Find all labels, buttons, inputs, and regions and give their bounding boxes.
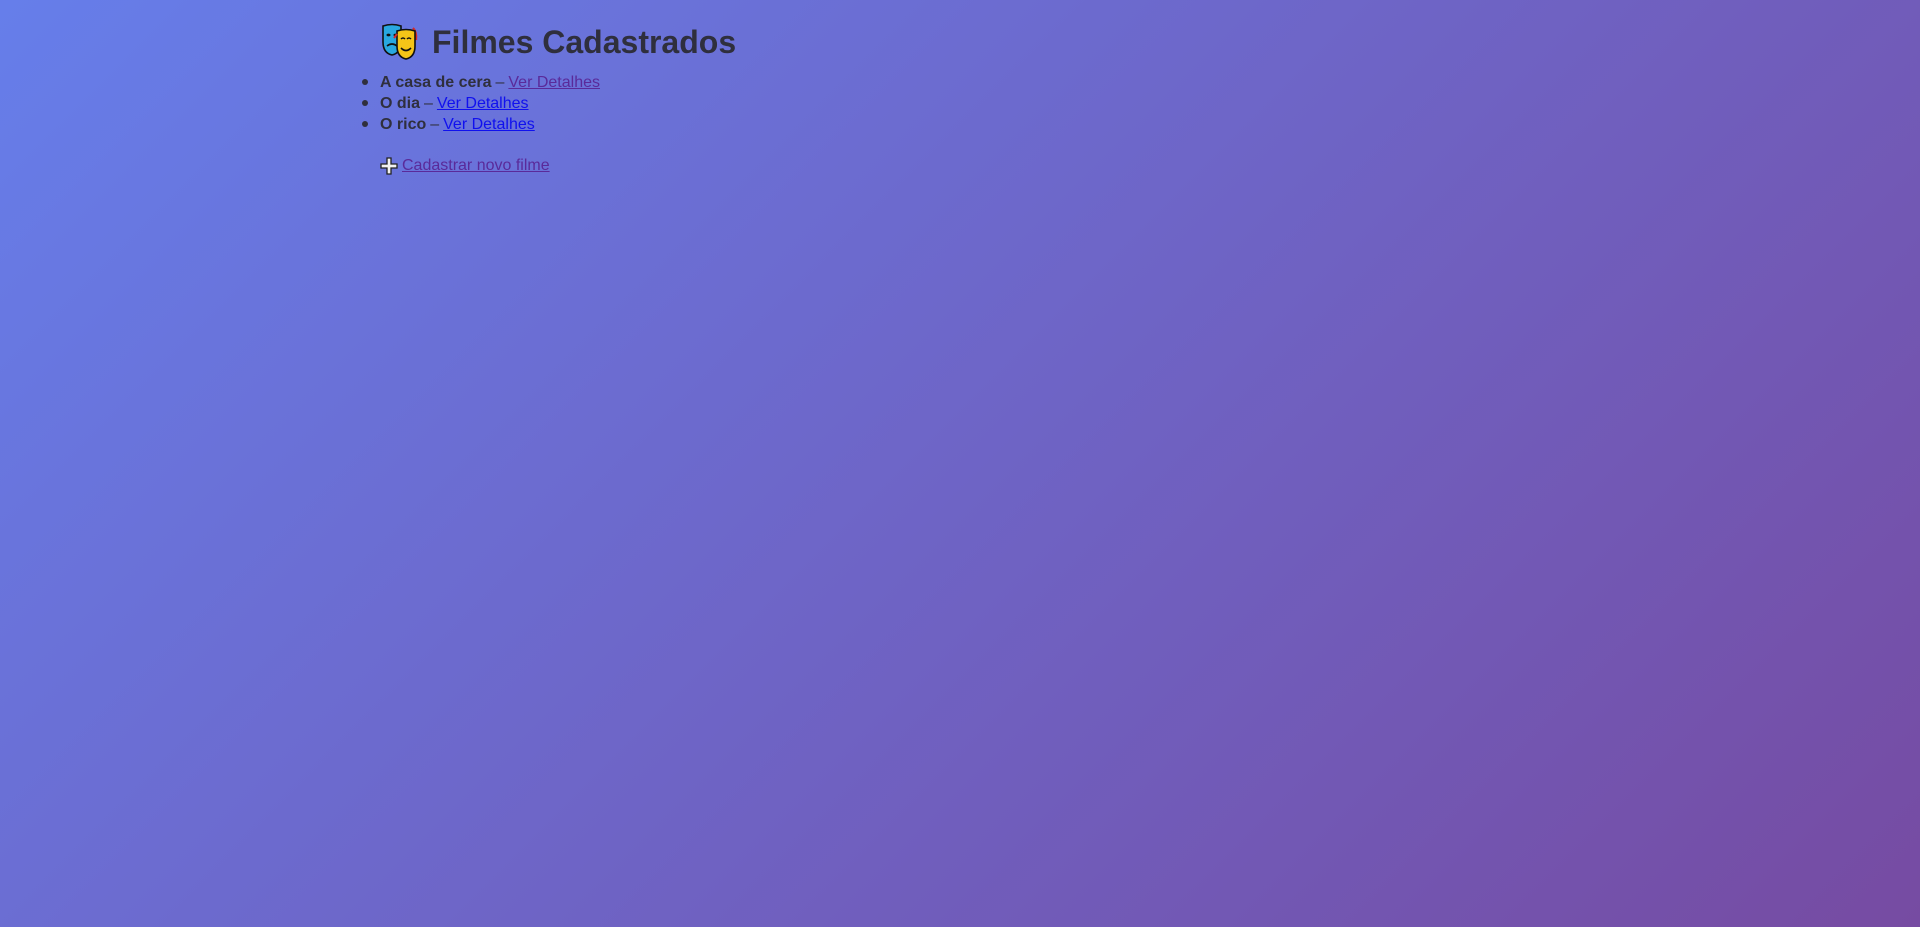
ver-detalhes-link[interactable]: Ver Detalhes [443, 116, 535, 133]
performing-arts-masks-icon [380, 22, 420, 62]
add-movie-label[interactable]: Cadastrar novo filme [402, 155, 550, 176]
ver-detalhes-link[interactable]: Ver Detalhes [508, 74, 600, 91]
bullet-icon [362, 121, 368, 127]
list-item: O rico – Ver Detalhes [362, 114, 736, 135]
bullet-icon [362, 79, 368, 85]
ver-detalhes-link[interactable]: Ver Detalhes [437, 95, 529, 112]
page-title: Filmes Cadastrados [380, 18, 736, 66]
movie-title: A casa de cera [380, 74, 492, 91]
separator: – [495, 74, 505, 91]
movie-list: A casa de cera – Ver Detalhes O dia – Ver De… [362, 72, 736, 135]
page-title-text: Filmes Cadastrados [432, 24, 737, 60]
movie-title: O dia [380, 95, 421, 112]
movie-title: O rico [380, 116, 427, 133]
list-item: A casa de cera – Ver Detalhes [362, 72, 736, 93]
bullet-icon [362, 100, 368, 106]
plus-icon [380, 156, 398, 175]
list-item: O dia – Ver Detalhes [362, 93, 736, 114]
separator: – [424, 95, 433, 112]
main-container: Filmes Cadastrados A casa de cera – Ver De… [362, 18, 736, 180]
separator: – [430, 116, 440, 133]
add-movie-link[interactable]: Cadastrar novo filme [380, 155, 550, 176]
